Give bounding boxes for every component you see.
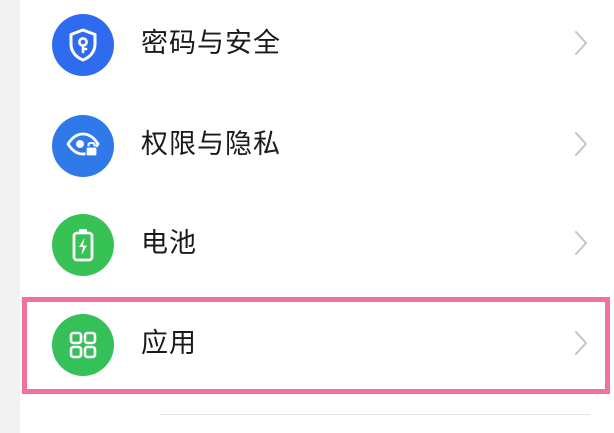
chevron-right-icon [575, 132, 587, 156]
chevron-right-icon [575, 331, 587, 355]
list-divider [160, 414, 590, 415]
eye-lock-icon [52, 115, 114, 177]
settings-item-label: 电池 [141, 228, 197, 259]
settings-item-password-security[interactable]: 密码与安全 [20, 0, 614, 98]
battery-charging-icon [52, 214, 114, 276]
shield-lock-icon [52, 14, 114, 76]
settings-list: 密码与安全 权限与隐私 电池 应用 [20, 0, 614, 433]
settings-item-label: 应用 [141, 328, 197, 359]
settings-item-label: 权限与隐私 [141, 129, 281, 160]
settings-item-permissions-privacy[interactable]: 权限与隐私 [20, 99, 614, 199]
chevron-right-icon [575, 31, 587, 55]
settings-item-label: 密码与安全 [141, 28, 281, 59]
settings-item-battery[interactable]: 电池 [20, 198, 614, 298]
apps-grid-icon [52, 314, 114, 376]
settings-item-apps[interactable]: 应用 [20, 298, 614, 398]
chevron-right-icon [575, 231, 587, 255]
